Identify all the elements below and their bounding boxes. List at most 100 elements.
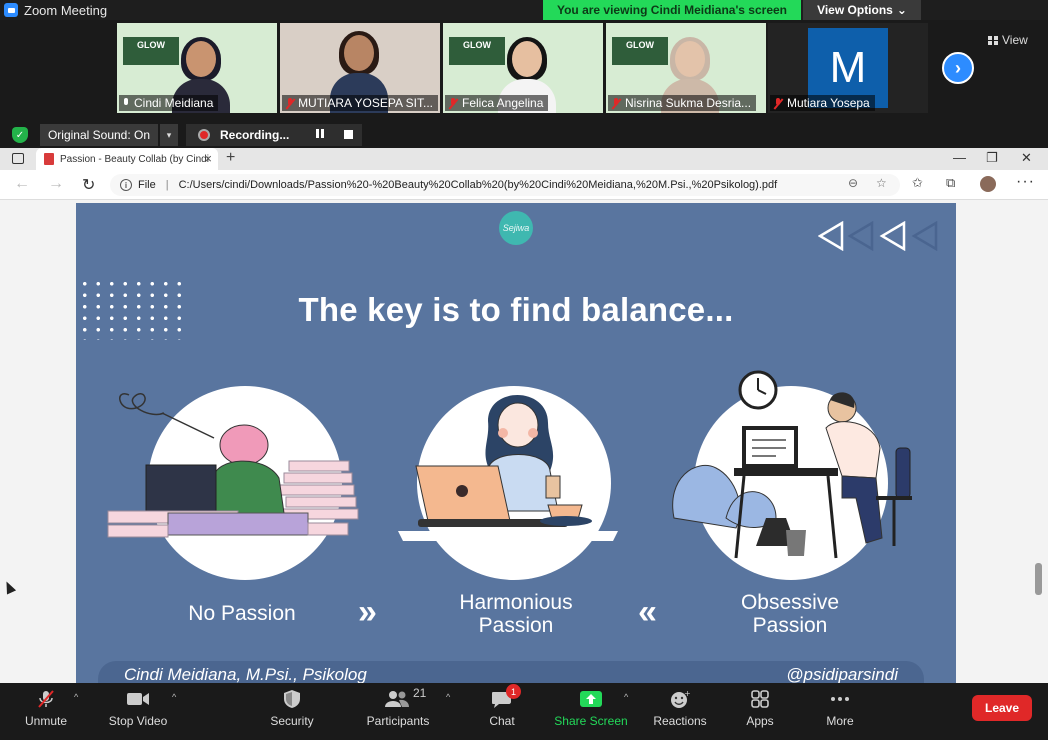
chevron-right-icon: ›: [955, 57, 961, 78]
browser-tab[interactable]: Passion - Beauty Collab (by Cindi ×: [36, 148, 218, 170]
encryption-shield-icon[interactable]: ✓: [12, 127, 28, 143]
collections-icon[interactable]: ⧉: [946, 175, 960, 190]
zoom-out-icon[interactable]: ⊖: [848, 176, 862, 190]
security-label: Security: [270, 714, 314, 728]
stop-video-label: Stop Video: [108, 714, 168, 728]
recording-dot-icon: [198, 129, 210, 141]
viewing-screen-banner: You are viewing Cindi Meidiana's screen: [543, 0, 801, 20]
security-button[interactable]: Security: [262, 683, 322, 740]
profile-avatar[interactable]: [980, 176, 996, 192]
participant-name: MUTIARA YOSEPA SIT...: [298, 96, 433, 110]
chevron-down-icon: ⌄: [896, 3, 907, 17]
original-sound-button[interactable]: Original Sound: On: [40, 124, 158, 146]
svg-text:+: +: [684, 689, 691, 698]
double-chevron-right-icon: »: [358, 593, 377, 631]
video-tile[interactable]: GLOW Felica Angelina: [443, 23, 603, 113]
participant-nameplate: Felica Angelina: [445, 95, 549, 111]
slide-title: The key is to find balance...: [298, 291, 734, 328]
stop-video-button[interactable]: Stop Video: [104, 683, 172, 740]
refresh-icon[interactable]: ↻: [82, 175, 95, 195]
chat-button[interactable]: 1 Chat: [480, 683, 524, 740]
scrollbar-thumb[interactable]: [1035, 563, 1042, 595]
decorative-arrows-icon: [818, 221, 938, 251]
pause-recording-button[interactable]: [314, 129, 326, 141]
view-options-label: View Options: [817, 3, 893, 17]
original-sound-options[interactable]: ▾: [160, 124, 178, 146]
video-tile[interactable]: GLOW Cindi Meidiana: [117, 23, 277, 113]
next-page-button[interactable]: ›: [942, 52, 974, 84]
slide-footer: Cindi Meidiana, M.Psi., Psikolog @psidip…: [98, 661, 924, 683]
participant-nameplate: Cindi Meidiana: [119, 95, 219, 111]
participant-name: Cindi Meidiana: [134, 96, 214, 110]
meeting-toolbar: Unmute ^ Stop Video ^ Security 21 Partic…: [0, 683, 1048, 740]
info-icon: i: [120, 179, 132, 191]
participants-options-caret[interactable]: ^: [446, 692, 450, 702]
smiley-icon: +: [671, 689, 691, 708]
participant-name: Mutiara Yosepa: [787, 96, 870, 110]
new-tab-icon[interactable]: +: [226, 149, 235, 167]
back-icon[interactable]: ←: [14, 175, 30, 193]
reactions-button[interactable]: + Reactions: [650, 683, 710, 740]
participant-nameplate: Mutiara Yosepa: [770, 95, 875, 111]
chat-unread-badge: 1: [506, 684, 521, 699]
slide-thumbnail-badge: GLOW: [123, 37, 179, 65]
microphone-muted-icon: [611, 97, 621, 109]
pdf-file-icon: [44, 153, 54, 165]
video-camera-icon: [127, 693, 149, 705]
more-dots-icon: [831, 697, 849, 701]
view-label: View: [1002, 33, 1028, 47]
more-button[interactable]: More: [818, 683, 862, 740]
apps-button[interactable]: Apps: [738, 683, 782, 740]
share-screen-icon: [580, 691, 602, 707]
microphone-icon: [122, 97, 130, 109]
favorites-icon[interactable]: ✩: [912, 175, 926, 190]
stop-recording-button[interactable]: [344, 130, 353, 139]
forward-icon[interactable]: →: [48, 175, 64, 193]
participants-label: Participants: [366, 714, 430, 728]
microphone-muted-icon: [773, 97, 783, 109]
sejiwa-logo: Sejiwa: [499, 211, 533, 245]
close-tab-icon[interactable]: ×: [204, 151, 212, 166]
shared-slide: Sejiwa The key is to find balance... No …: [76, 203, 956, 683]
unmute-label: Unmute: [24, 714, 68, 728]
double-chevron-left-icon: «: [638, 593, 657, 631]
tab-bar: Passion - Beauty Collab (by Cindi × + — …: [0, 148, 1048, 170]
slide-thumbnail-badge: GLOW: [612, 37, 668, 65]
leave-button[interactable]: Leave: [972, 695, 1032, 721]
scrollbar-track[interactable]: [1030, 200, 1048, 683]
recording-indicator: Recording...: [186, 124, 362, 146]
view-button[interactable]: View: [988, 33, 1028, 47]
participants-button[interactable]: 21 Participants: [362, 683, 434, 740]
view-options-button[interactable]: View Options ⌄: [803, 0, 921, 20]
tired-person-at-desk-icon: [107, 393, 359, 538]
unmute-button[interactable]: Unmute: [14, 683, 78, 740]
recording-label: Recording...: [220, 128, 290, 142]
address-bar-row: ← → ↻ i File | C:/Users/cindi/Downloads/…: [0, 170, 1048, 200]
participants-count: 21: [413, 686, 427, 700]
minimize-icon[interactable]: —: [953, 150, 966, 165]
address-bar[interactable]: i File | C:/Users/cindi/Downloads/Passio…: [110, 174, 900, 196]
presenter-credit: Cindi Meidiana, M.Psi., Psikolog: [124, 665, 367, 683]
share-screen-label: Share Screen: [554, 714, 628, 728]
video-tile[interactable]: GLOW Nisrina Sukma Desria...: [606, 23, 766, 113]
participant-name: Felica Angelina: [462, 96, 544, 110]
video-options-caret[interactable]: ^: [172, 692, 176, 702]
share-screen-button[interactable]: Share Screen: [552, 683, 630, 740]
audio-options-caret[interactable]: ^: [74, 692, 78, 702]
tab-actions-icon[interactable]: [12, 153, 24, 164]
close-window-icon[interactable]: ✕: [1021, 150, 1032, 166]
url-text: C:/Users/cindi/Downloads/Passion%20-%20B…: [178, 179, 778, 191]
harmonious-passion-label: Harmonious Passion: [459, 591, 573, 637]
overworked-person-with-clock-icon: [672, 370, 912, 559]
audio-recording-bar: ✓ Original Sound: On ▾ Recording...: [0, 122, 1048, 148]
microphone-muted-icon: [38, 690, 54, 708]
share-options-caret[interactable]: ^: [624, 692, 628, 702]
more-options-icon[interactable]: ···: [1016, 173, 1035, 191]
add-favorite-icon[interactable]: ☆: [876, 176, 890, 190]
video-tile[interactable]: MUTIARA YOSEPA SIT...: [280, 23, 440, 113]
grid-icon: [988, 35, 998, 45]
restore-icon[interactable]: ❐: [986, 150, 998, 166]
video-tile[interactable]: M Mutiara Yosepa: [768, 23, 928, 113]
obsessive-passion-label: Obsessive Passion: [740, 591, 840, 637]
slide-thumbnail-badge: GLOW: [449, 37, 505, 65]
